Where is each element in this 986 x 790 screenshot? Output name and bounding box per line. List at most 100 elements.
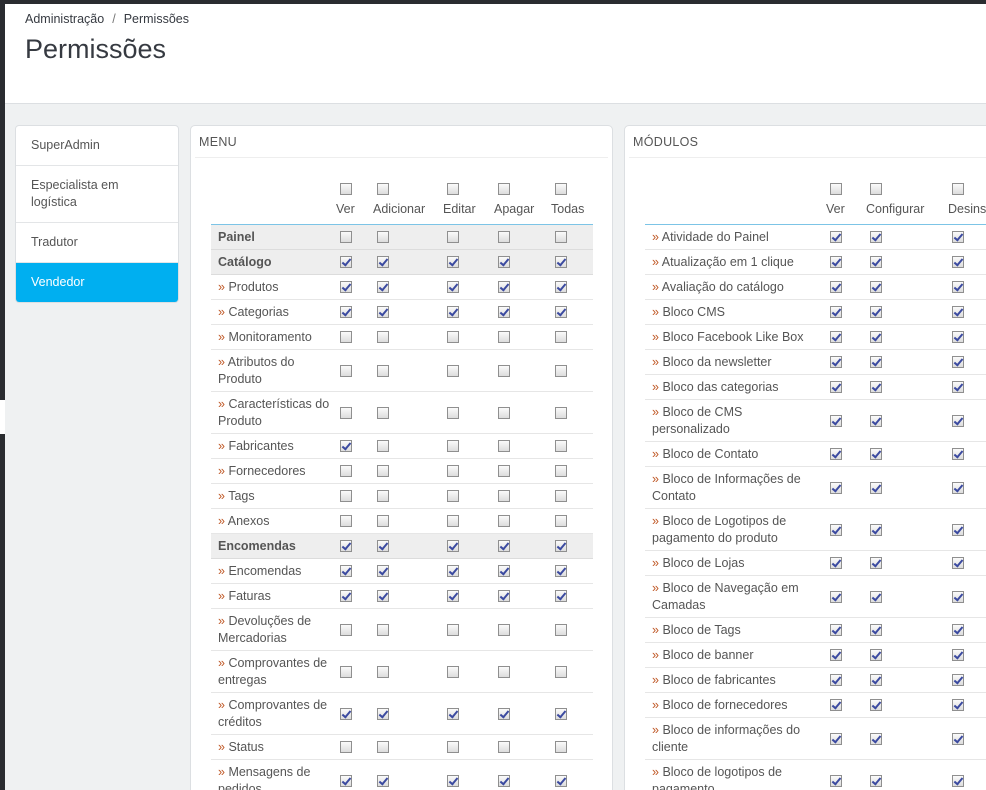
ver-checkbox[interactable] (340, 590, 352, 603)
apagar-checkbox[interactable] (498, 331, 510, 344)
todas-checkbox[interactable] (555, 465, 567, 478)
configurar-checkbox[interactable] (870, 281, 882, 294)
ver-checkbox[interactable] (340, 306, 352, 319)
ver-checkbox[interactable] (830, 481, 842, 494)
desins-checkbox[interactable] (952, 699, 964, 712)
desins-checkbox[interactable] (952, 523, 964, 536)
todas-checkbox[interactable] (555, 590, 567, 603)
todas-checkbox[interactable] (555, 281, 567, 294)
configurar-checkbox[interactable] (870, 699, 882, 712)
apagar-checkbox[interactable] (498, 590, 510, 603)
ver-checkbox[interactable] (830, 557, 842, 570)
configurar-checkbox[interactable] (870, 557, 882, 570)
editar-checkbox[interactable] (447, 406, 459, 419)
apagar-checkbox[interactable] (498, 281, 510, 294)
editar-checkbox[interactable] (447, 707, 459, 720)
editar-checkbox[interactable] (447, 306, 459, 319)
adicionar-checkbox[interactable] (377, 623, 389, 636)
adicionar-checkbox[interactable] (377, 406, 389, 419)
ver-checkbox[interactable] (340, 331, 352, 344)
ver-checkbox[interactable] (830, 732, 842, 745)
apagar-checkbox[interactable] (498, 406, 510, 419)
configurar-checkbox[interactable] (870, 231, 882, 244)
desins-checkbox[interactable] (952, 306, 964, 319)
adicionar-checkbox[interactable] (377, 565, 389, 578)
profile-item-especialista-em-logistica[interactable]: Especialista em logística (16, 166, 178, 223)
adicionar-checkbox[interactable] (377, 490, 389, 503)
apagar-checkbox[interactable] (498, 540, 510, 553)
todas-checkbox[interactable] (555, 231, 567, 244)
todas-checkbox[interactable] (555, 490, 567, 503)
configurar-checkbox[interactable] (870, 306, 882, 319)
editar-checkbox[interactable] (447, 231, 459, 244)
desins-checkbox[interactable] (952, 231, 964, 244)
apagar-checkbox[interactable] (498, 565, 510, 578)
todas-checkbox[interactable] (555, 707, 567, 720)
apagar-checkbox[interactable] (498, 465, 510, 478)
ver-checkbox[interactable] (340, 281, 352, 294)
desins-checkbox[interactable] (952, 281, 964, 294)
adicionar-checkbox[interactable] (377, 707, 389, 720)
editar-checkbox[interactable] (447, 490, 459, 503)
todas-checkbox[interactable] (555, 364, 567, 377)
editar-checkbox[interactable] (447, 281, 459, 294)
adicionar-checkbox[interactable] (377, 440, 389, 453)
profile-item-vendedor[interactable]: Vendedor (16, 263, 178, 302)
ver-checkbox[interactable] (830, 281, 842, 294)
ver-checkbox[interactable] (830, 414, 842, 427)
todas-checkbox[interactable] (555, 565, 567, 578)
editar-checkbox[interactable] (447, 465, 459, 478)
select-all-configurar-checkbox[interactable] (870, 182, 882, 195)
breadcrumb-parent[interactable]: Administração (25, 12, 104, 26)
desins-checkbox[interactable] (952, 381, 964, 394)
todas-checkbox[interactable] (555, 623, 567, 636)
ver-checkbox[interactable] (340, 515, 352, 528)
apagar-checkbox[interactable] (498, 741, 510, 754)
ver-checkbox[interactable] (830, 624, 842, 637)
adicionar-checkbox[interactable] (377, 364, 389, 377)
todas-checkbox[interactable] (555, 406, 567, 419)
ver-checkbox[interactable] (340, 256, 352, 269)
desins-checkbox[interactable] (952, 481, 964, 494)
desins-checkbox[interactable] (952, 414, 964, 427)
todas-checkbox[interactable] (555, 665, 567, 678)
editar-checkbox[interactable] (447, 741, 459, 754)
editar-checkbox[interactable] (447, 331, 459, 344)
apagar-checkbox[interactable] (498, 623, 510, 636)
configurar-checkbox[interactable] (870, 448, 882, 461)
desins-checkbox[interactable] (952, 256, 964, 269)
select-all-adicionar-checkbox[interactable] (377, 182, 389, 195)
editar-checkbox[interactable] (447, 565, 459, 578)
ver-checkbox[interactable] (830, 256, 842, 269)
ver-checkbox[interactable] (340, 231, 352, 244)
adicionar-checkbox[interactable] (377, 540, 389, 553)
configurar-checkbox[interactable] (870, 674, 882, 687)
todas-checkbox[interactable] (555, 256, 567, 269)
desins-checkbox[interactable] (952, 624, 964, 637)
select-all-ver-checkbox[interactable] (830, 182, 842, 195)
adicionar-checkbox[interactable] (377, 665, 389, 678)
todas-checkbox[interactable] (555, 331, 567, 344)
todas-checkbox[interactable] (555, 440, 567, 453)
desins-checkbox[interactable] (952, 774, 964, 787)
editar-checkbox[interactable] (447, 665, 459, 678)
ver-checkbox[interactable] (340, 665, 352, 678)
select-all-desins-checkbox[interactable] (952, 182, 964, 195)
adicionar-checkbox[interactable] (377, 515, 389, 528)
apagar-checkbox[interactable] (498, 440, 510, 453)
configurar-checkbox[interactable] (870, 381, 882, 394)
editar-checkbox[interactable] (447, 540, 459, 553)
ver-checkbox[interactable] (830, 448, 842, 461)
configurar-checkbox[interactable] (870, 590, 882, 603)
ver-checkbox[interactable] (340, 490, 352, 503)
desins-checkbox[interactable] (952, 331, 964, 344)
apagar-checkbox[interactable] (498, 306, 510, 319)
editar-checkbox[interactable] (447, 364, 459, 377)
configurar-checkbox[interactable] (870, 481, 882, 494)
ver-checkbox[interactable] (340, 440, 352, 453)
ver-checkbox[interactable] (340, 465, 352, 478)
adicionar-checkbox[interactable] (377, 590, 389, 603)
ver-checkbox[interactable] (830, 699, 842, 712)
desins-checkbox[interactable] (952, 674, 964, 687)
select-all-apagar-checkbox[interactable] (498, 182, 510, 195)
